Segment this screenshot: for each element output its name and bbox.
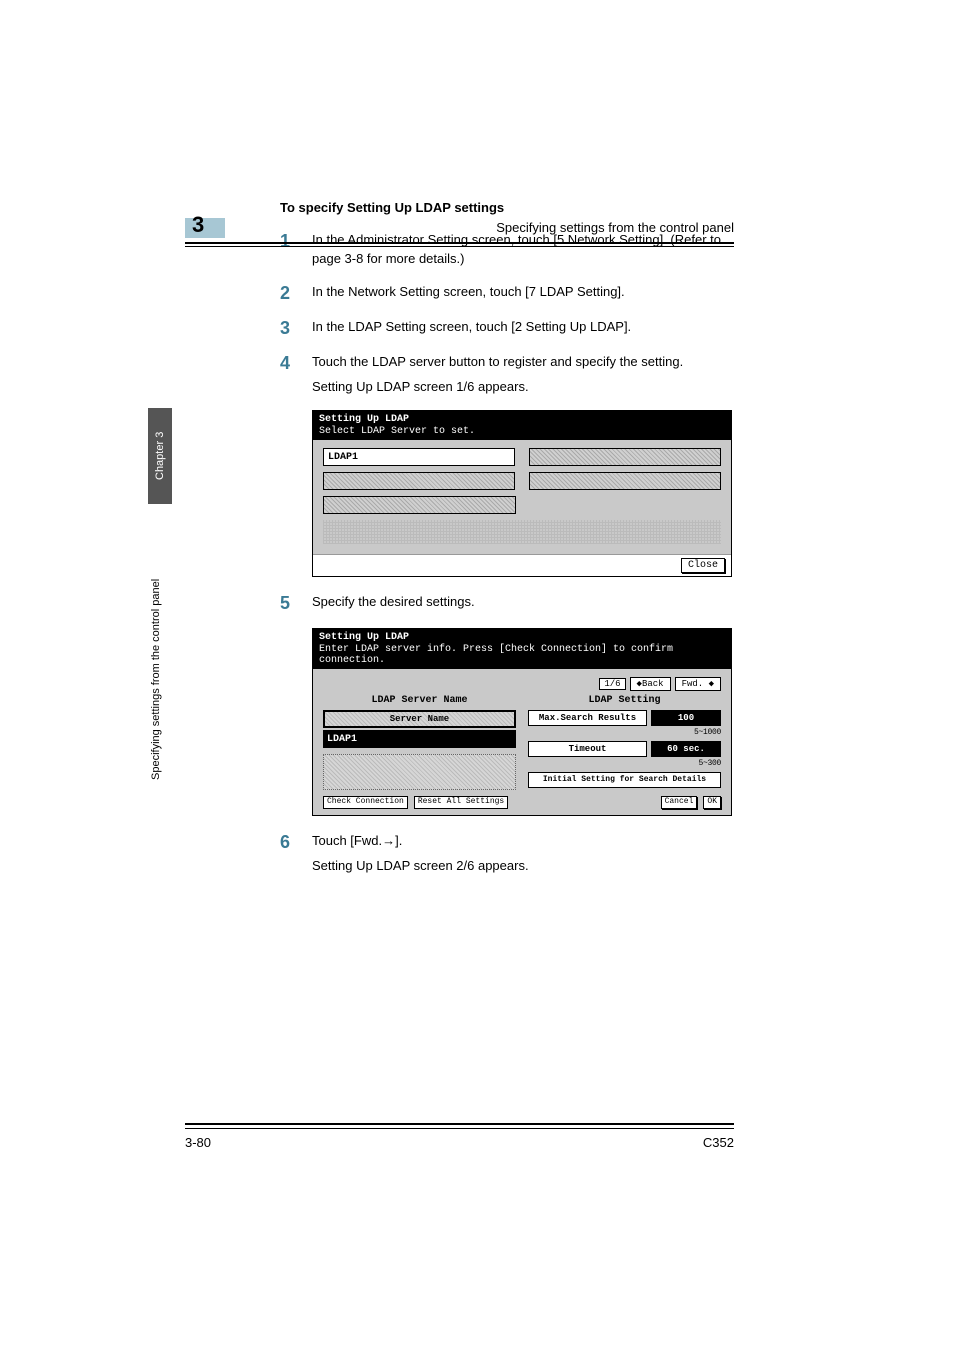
step-number: 3 [280, 318, 312, 339]
side-tab: Chapter 3 [148, 408, 172, 504]
step-sub: Setting Up LDAP screen 1/6 appears. [312, 378, 750, 397]
step-2: 2 In the Network Setting screen, touch [… [280, 283, 750, 304]
empty-area [323, 520, 721, 544]
page-indicator: 1/6 [599, 678, 625, 690]
step-number: 5 [280, 593, 312, 614]
ldap-server-slot-2[interactable] [529, 448, 721, 466]
step-6: 6 Touch [Fwd.→]. Setting Up LDAP screen … [280, 832, 750, 876]
cancel-button[interactable]: Cancel [661, 796, 698, 809]
model-number: C352 [703, 1135, 734, 1150]
step-4: 4 Touch the LDAP server button to regist… [280, 353, 750, 397]
ldap-server-select-panel: Setting Up LDAP Select LDAP Server to se… [312, 410, 732, 577]
ldap-server-slot-4[interactable] [529, 472, 721, 490]
running-head: Specifying settings from the control pan… [496, 220, 734, 235]
step-sub: Setting Up LDAP screen 2/6 appears. [312, 857, 750, 876]
panel-subtitle: Enter LDAP server info. Press [Check Con… [313, 644, 731, 669]
ok-button[interactable]: OK [703, 796, 721, 809]
panel-title: Setting Up LDAP [313, 411, 731, 426]
back-button[interactable]: ◆Back [630, 677, 671, 691]
step-body: In the Network Setting screen, touch [7 … [312, 283, 750, 304]
timeout-value: 60 sec. [651, 741, 721, 757]
max-search-results-value: 100 [651, 710, 721, 726]
step-number: 2 [280, 283, 312, 304]
ldap-setting-header: LDAP Setting [528, 695, 721, 706]
header-rule-thin [185, 246, 734, 247]
header-rule-thick [185, 242, 734, 244]
reset-all-settings-button[interactable]: Reset All Settings [414, 796, 508, 809]
chapter-band [185, 218, 225, 238]
step-3: 3 In the LDAP Setting screen, touch [2 S… [280, 318, 750, 339]
ldap-server-slot-1[interactable]: LDAP1 [323, 448, 515, 466]
step-body: In the LDAP Setting screen, touch [2 Set… [312, 318, 750, 339]
page-number: 3-80 [185, 1135, 211, 1150]
step-body: Touch [Fwd.→]. [312, 832, 750, 851]
close-button[interactable]: Close [681, 558, 725, 573]
initial-setting-button[interactable]: Initial Setting for Search Details [528, 772, 721, 788]
step-number: 4 [280, 353, 312, 397]
ldap-server-slot-5[interactable] [323, 496, 516, 514]
panel-title: Setting Up LDAP [313, 629, 731, 644]
panel-subtitle: Select LDAP Server to set. [313, 426, 731, 440]
empty-area [323, 754, 516, 790]
timeout-button[interactable]: Timeout [528, 741, 647, 757]
ldap-setting-panel: Setting Up LDAP Enter LDAP server info. … [312, 628, 732, 816]
check-connection-button[interactable]: Check Connection [323, 796, 408, 809]
step-body: Specify the desired settings. [312, 593, 750, 614]
step-1: 1 In the Administrator Setting screen, t… [280, 231, 750, 269]
max-search-results-button[interactable]: Max.Search Results [528, 710, 647, 726]
side-caption: Specifying settings from the control pan… [150, 520, 162, 780]
server-name-button[interactable]: Server Name [323, 710, 516, 728]
section-title: To specify Setting Up LDAP settings [280, 200, 750, 215]
footer-rule-thick [185, 1123, 734, 1125]
step-body: Touch the LDAP server button to register… [312, 353, 750, 372]
step-body: In the Administrator Setting screen, tou… [312, 231, 750, 269]
ldap-server-name-header: LDAP Server Name [323, 695, 516, 706]
step-number: 6 [280, 832, 312, 876]
step-number: 1 [280, 231, 312, 269]
slot-label: LDAP1 [324, 452, 358, 463]
max-search-hint: 5~1000 [528, 728, 721, 737]
ldap-server-slot-3[interactable] [323, 472, 515, 490]
step-5: 5 Specify the desired settings. [280, 593, 750, 614]
server-name-value: LDAP1 [323, 730, 516, 748]
chapter-number: 3 [192, 212, 204, 238]
timeout-hint: 5~300 [528, 759, 721, 768]
fwd-button[interactable]: Fwd. ◆ [675, 677, 721, 691]
